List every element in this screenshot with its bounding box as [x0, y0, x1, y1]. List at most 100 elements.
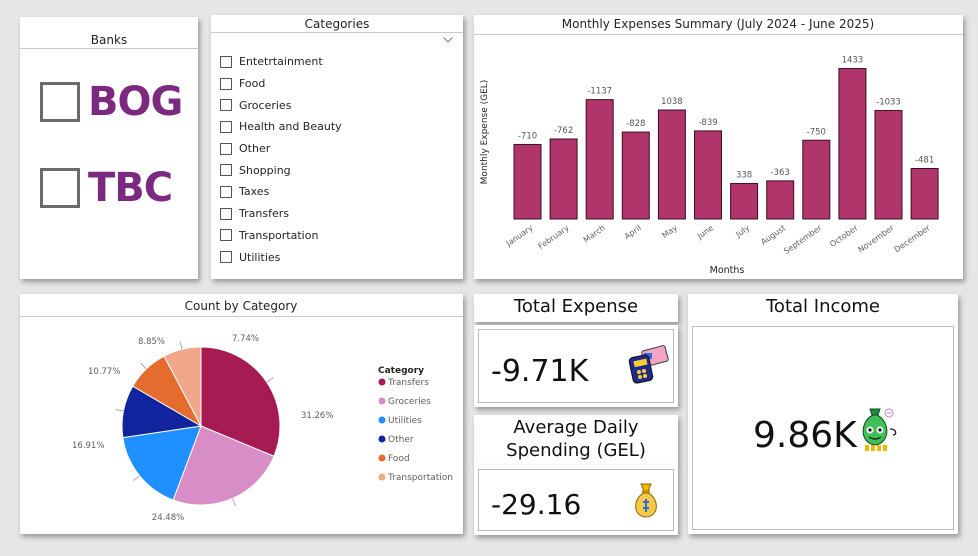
checkbox[interactable] [220, 99, 232, 112]
x-tick-label: September [782, 223, 824, 256]
bar-data-label: -839 [698, 118, 717, 128]
legend-item: Transportation [387, 473, 453, 483]
average-daily-spending-value: -29.16 [491, 488, 582, 521]
bar [694, 130, 722, 220]
pie-chart-svg: Count by Category 31.26% 24.48% 16.91% 10.77… [20, 299, 463, 523]
bank-option-tbc[interactable]: TBC [40, 165, 173, 211]
category-item[interactable]: Transportation [220, 225, 342, 247]
bar [838, 68, 867, 220]
average-daily-spending-card: -29.16 [474, 465, 678, 535]
pie-data-label: 7.74% [232, 334, 259, 344]
bar-data-label: -750 [807, 127, 826, 137]
checkbox[interactable] [220, 207, 232, 220]
category-item[interactable]: Food [220, 73, 342, 95]
legend-item: Other [388, 435, 414, 445]
checkbox[interactable] [220, 164, 232, 177]
categories-slicer: Categories Entetrtainment Food Groceries He… [211, 15, 463, 279]
total-expense-card: -9.71K [474, 325, 678, 407]
chevron-down-icon[interactable] [443, 35, 453, 46]
money-bag-icon [629, 480, 663, 524]
legend-marker [378, 397, 386, 405]
category-item[interactable]: Entetrtainment [220, 51, 342, 73]
category-item[interactable]: Transfers [220, 203, 342, 225]
bar [549, 138, 578, 220]
x-tick-label: October [828, 223, 860, 249]
category-item[interactable]: Groceries [220, 94, 342, 116]
category-label: Transfers [239, 207, 289, 221]
bar [802, 139, 831, 220]
bar [910, 167, 939, 220]
legend-title: Category [378, 366, 424, 376]
legend-marker [378, 435, 386, 443]
bank-label-tbc: TBC [88, 165, 173, 211]
checkbox[interactable] [220, 251, 232, 264]
bar-data-label: -1033 [876, 98, 901, 108]
leader-line [179, 341, 183, 350]
category-item[interactable]: Shopping [220, 159, 342, 181]
category-item[interactable]: Other [220, 138, 342, 160]
legend-marker [378, 416, 386, 424]
credit-card-icon [625, 344, 669, 392]
chart-title: Count by Category [185, 299, 298, 313]
category-list: Entetrtainment Food Groceries Health and Be… [220, 51, 342, 268]
y-axis-label: Monthly Expense (GEL) [480, 80, 490, 185]
bar-data-label: -762 [554, 126, 573, 136]
x-tick-label: April [623, 223, 643, 241]
x-tick-label: November [856, 223, 896, 255]
legend-marker [378, 378, 386, 386]
checkbox[interactable] [220, 77, 232, 90]
pie-data-label: 10.77% [88, 367, 120, 377]
x-axis-label: Months [710, 265, 745, 276]
category-label: Transportation [239, 228, 319, 242]
chart-title: Monthly Expenses Summary (July 2024 - Ju… [562, 17, 874, 31]
bar-chart-svg: Monthly Expenses Summary (July 2024 - Ju… [474, 17, 963, 276]
checkbox[interactable] [40, 168, 80, 208]
checkbox[interactable] [220, 120, 232, 133]
bar [730, 183, 759, 220]
bar-data-label: 1433 [842, 56, 864, 66]
leader-line [133, 475, 140, 481]
bar-data-label: 338 [736, 171, 752, 181]
category-item[interactable]: Taxes [220, 181, 342, 203]
checkbox[interactable] [220, 142, 232, 155]
x-tick-label: December [893, 223, 933, 255]
money-bag-character-icon [857, 405, 903, 457]
bar-data-label: 1038 [661, 97, 683, 107]
category-label: Entetrtainment [239, 55, 323, 69]
category-label: Utilities [239, 250, 281, 264]
category-item[interactable]: Utilities [220, 246, 342, 268]
checkbox[interactable] [220, 55, 232, 68]
total-expense-title-text: Total Expense [513, 296, 639, 317]
banks-slicer: Banks BOG TBC [20, 17, 198, 279]
category-label: Health and Beauty [239, 120, 342, 134]
checkbox[interactable] [40, 82, 80, 122]
count-by-category-chart: Count by Category 31.26% 24.48% 16.91% 10.77… [20, 294, 463, 534]
total-income-value: 9.86K [753, 415, 857, 456]
bar-data-label: -828 [626, 119, 645, 129]
bar [621, 131, 650, 220]
average-daily-title-line2: Spending (GEL) [506, 440, 646, 461]
total-expense-title: Total Expense [474, 294, 678, 322]
pie-data-label: 16.91% [72, 441, 104, 451]
total-income-title: Total Income [688, 294, 958, 322]
checkbox[interactable] [220, 185, 232, 198]
leader-line [232, 498, 236, 506]
bar [657, 109, 686, 220]
leader-line [140, 362, 147, 370]
checkbox[interactable] [220, 229, 232, 242]
category-item[interactable]: Health and Beauty [220, 116, 342, 138]
bar-data-label: -363 [771, 168, 790, 178]
category-label: Taxes [239, 185, 270, 199]
x-tick-label: May [660, 223, 679, 240]
category-label: Other [239, 142, 271, 156]
legend-marker [378, 473, 386, 481]
categories-title: Categories [211, 15, 463, 33]
average-daily-spending-title: Average Daily Spending (GEL) [474, 415, 678, 465]
bank-option-bog[interactable]: BOG [40, 79, 183, 125]
legend-item: Food [388, 454, 410, 464]
x-tick-label: July [733, 223, 751, 239]
bar-data-label: -481 [915, 155, 934, 165]
leader-line [266, 377, 274, 383]
bar [874, 110, 903, 220]
monthly-expenses-chart: Monthly Expenses Summary (July 2024 - Ju… [474, 15, 963, 279]
